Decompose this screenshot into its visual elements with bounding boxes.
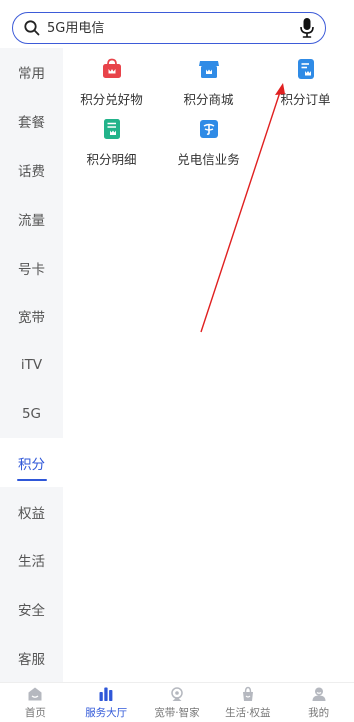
nav-label: 宽带·智家 [154,706,200,719]
grid-item-points-detail[interactable]: 积分明细 [63,108,160,168]
nav-item-life[interactable]: 生活·权益 [212,683,283,722]
content-panel: 积分兑好物 积分商城 积分订单 积分明细 兑电信业务 [63,48,354,682]
sidebar-item-宽带[interactable]: 宽带 [0,292,63,341]
gift-bag-icon [102,58,121,78]
sidebar-item-号卡[interactable]: 号卡 [0,243,63,292]
nav-item-service-hall[interactable]: 服务大厅 [71,683,142,722]
sidebar-item-安全[interactable]: 安全 [0,585,63,634]
category-sidebar: 常用 套餐 话费 流量 号卡 宽带 iTV 5G 积分 权益 生活 安全 客服 [0,48,63,682]
home-icon [28,687,42,700]
grid-item-label: 积分兑好物 [80,92,143,107]
broadband-icon [171,686,183,701]
search-bar[interactable] [12,12,326,44]
grid-item-label: 兑电信业务 [177,152,240,167]
nav-item-home[interactable]: 首页 [0,683,71,722]
search-icon [24,20,40,36]
life-icon [242,686,253,701]
order-icon [297,59,314,79]
telecom-icon [199,120,218,138]
detail-list-icon [103,119,120,139]
grid-item-label: 积分订单 [280,92,331,107]
sidebar-item-权益[interactable]: 权益 [0,487,63,536]
nav-label: 首页 [24,706,46,719]
profile-icon [312,687,326,701]
sidebar-item-常用[interactable]: 常用 [0,48,63,97]
nav-label: 我的 [308,706,330,719]
nav-item-profile[interactable]: 我的 [283,683,354,722]
search-input[interactable] [47,20,299,36]
sidebar-item-5g[interactable]: 5G [0,390,63,439]
nav-item-broadband[interactable]: 宽带·智家 [142,683,213,722]
sidebar-item-生活[interactable]: 生活 [0,536,63,585]
sidebar-item-itv[interactable]: iTV [0,341,63,390]
bottom-nav: 首页 服务大厅 宽带·智家 生活·权益 我的 [0,682,354,722]
sidebar-item-流量[interactable]: 流量 [0,194,63,243]
nav-label: 生活·权益 [225,706,271,719]
grid-item-points-goods[interactable]: 积分兑好物 [63,48,160,108]
grid-item-redeem-telecom[interactable]: 兑电信业务 [160,108,257,168]
sidebar-item-客服[interactable]: 客服 [0,634,63,683]
sidebar-item-话费[interactable]: 话费 [0,146,63,195]
shop-icon [198,61,219,78]
grid-item-points-order[interactable]: 积分订单 [257,48,354,108]
microphone-icon[interactable] [299,17,315,39]
service-hall-icon [99,687,113,701]
sidebar-item-套餐[interactable]: 套餐 [0,97,63,146]
grid-item-label: 积分商城 [183,92,234,107]
grid-item-label: 积分明细 [86,152,137,167]
service-grid: 积分兑好物 积分商城 积分订单 积分明细 兑电信业务 [63,48,354,168]
nav-label: 服务大厅 [85,706,128,719]
sidebar-item-积分[interactable]: 积分 [0,438,63,488]
grid-item-points-mall[interactable]: 积分商城 [160,48,257,108]
